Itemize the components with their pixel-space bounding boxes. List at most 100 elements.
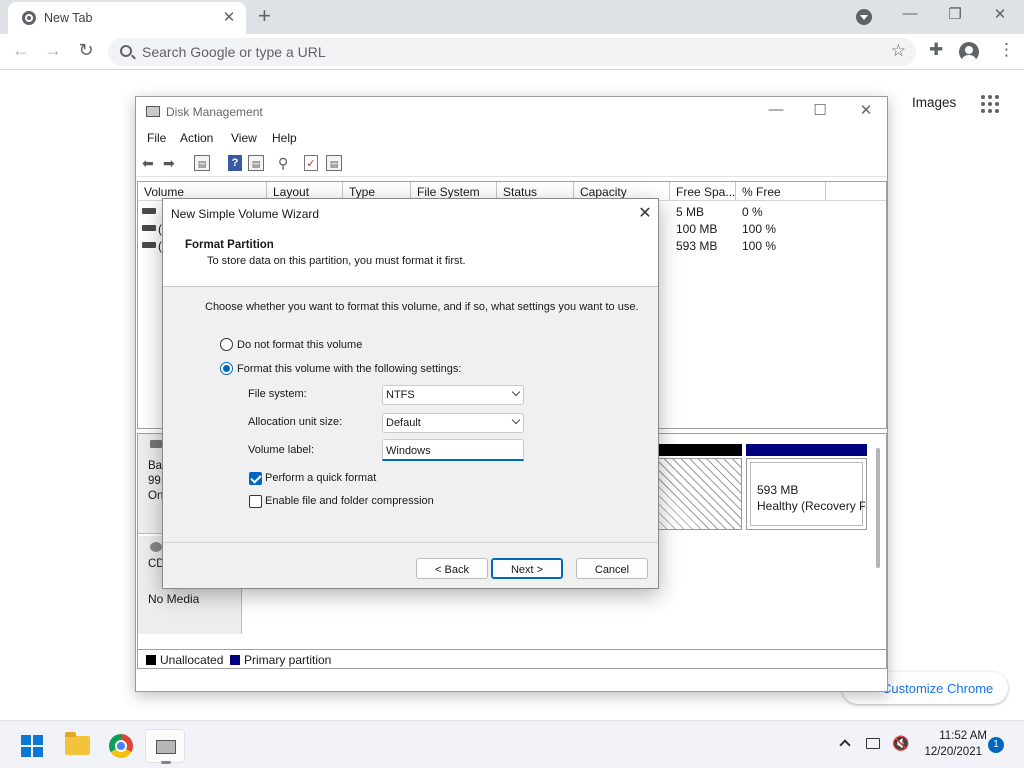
forward-arrow-icon[interactable]: → <box>42 40 64 61</box>
menu-file[interactable]: File <box>147 131 166 145</box>
menu-action[interactable]: Action <box>180 131 213 145</box>
disk-management-app-icon <box>146 106 160 117</box>
toolbar-properties-icon[interactable]: ▤ <box>248 155 264 171</box>
profile-avatar-icon[interactable] <box>959 42 979 62</box>
show-hidden-icons-chevron-icon[interactable] <box>839 739 851 751</box>
toolbar-show-hide-icon[interactable]: ▤ <box>194 155 210 171</box>
legend-unallocated-swatch <box>146 655 156 665</box>
recovery-partition-size: 593 MB <box>757 483 799 497</box>
wizard-footer-divider <box>163 542 658 543</box>
wizard-page-heading: Format Partition <box>185 239 274 251</box>
file-system-dropdown[interactable]: NTFS <box>382 385 524 405</box>
disk-management-toolbar: ⬅ ➡ ▤ ? ▤ ⚲ ✓ ▤ <box>136 149 887 177</box>
extensions-puzzle-icon[interactable]: ✚ <box>929 40 943 60</box>
address-bar-placeholder: Search Google or type a URL <box>142 44 326 60</box>
volume-muted-icon[interactable]: 🔇 <box>892 735 909 752</box>
radio-format-volume[interactable] <box>220 362 233 375</box>
toolbar-connect-icon[interactable]: ⚲ <box>278 155 288 171</box>
free-space-cell: 100 MB <box>676 222 718 236</box>
file-system-value: NTFS <box>386 389 415 401</box>
compression-label[interactable]: Enable file and folder compression <box>265 495 434 507</box>
dm-close-icon[interactable]: ✕ <box>855 101 877 119</box>
new-tab-button[interactable]: + <box>258 3 271 29</box>
disk-management-taskbar-icon[interactable] <box>145 729 185 764</box>
chrome-taskbar-icon[interactable] <box>109 734 133 758</box>
next-button[interactable]: Next > <box>491 558 563 579</box>
legend-unallocated-label: Unallocated <box>160 653 224 667</box>
wizard-instruction: Choose whether you want to format this v… <box>205 301 639 313</box>
radio-format-volume-label[interactable]: Format this volume with the following se… <box>237 363 461 375</box>
drive-icon <box>142 225 156 231</box>
free-space-cell: 5 MB <box>676 205 705 219</box>
tab-title: New Tab <box>44 11 93 25</box>
volume-label-label: Volume label: <box>248 444 315 456</box>
legend-primary-swatch <box>230 655 240 665</box>
volume-label-input[interactable] <box>382 439 524 461</box>
tab-search-icon[interactable] <box>856 9 872 25</box>
unallocated-bar <box>658 444 742 456</box>
back-arrow-icon[interactable]: ← <box>10 40 32 61</box>
col-percent-free[interactable]: % Free <box>736 182 826 201</box>
cancel-button[interactable]: Cancel <box>576 558 648 579</box>
allocation-unit-value: Default <box>386 417 421 429</box>
taskbar: 🔇 11:52 AM 12/20/2021 1 <box>0 720 1024 768</box>
quick-format-checkbox[interactable] <box>249 472 262 485</box>
network-icon[interactable] <box>866 738 880 749</box>
cdrom-status: No Media <box>148 592 200 606</box>
unallocated-partition[interactable] <box>658 458 742 530</box>
close-window-icon[interactable]: ✕ <box>990 5 1010 23</box>
disk-management-title: Disk Management <box>166 105 263 119</box>
file-explorer-icon[interactable] <box>65 732 90 755</box>
partition-legend: Unallocated Primary partition <box>137 649 887 669</box>
percent-free-cell: 0 % <box>742 205 763 219</box>
windows-start-icon[interactable] <box>21 735 43 757</box>
chrome-toolbar: ← → ↻ Search Google or type a URL ☆ ✚ ⋮ <box>0 34 1024 70</box>
percent-free-cell: 100 % <box>742 239 777 253</box>
cd-rom-icon <box>150 542 162 552</box>
clock-date[interactable]: 12/20/2021 <box>918 746 982 758</box>
clock-time[interactable]: 11:52 AM <box>925 730 987 742</box>
drive-icon <box>142 208 156 214</box>
back-button[interactable]: < Back <box>416 558 488 579</box>
toolbar-help-icon[interactable]: ? <box>228 155 242 171</box>
dm-maximize-icon[interactable]: ☐ <box>809 101 831 119</box>
tab-close-icon[interactable]: ✕ <box>220 8 238 26</box>
minimize-icon[interactable]: — <box>900 5 920 22</box>
dm-minimize-icon[interactable]: — <box>765 101 787 118</box>
recovery-partition-status: Healthy (Recovery Partition) <box>757 499 865 513</box>
compression-checkbox[interactable] <box>249 495 262 508</box>
notification-badge[interactable]: 1 <box>988 737 1004 753</box>
reload-icon[interactable]: ↻ <box>75 40 97 61</box>
address-bar[interactable]: Search Google or type a URL ☆ <box>108 38 916 66</box>
legend-primary-label: Primary partition <box>244 653 332 667</box>
wizard-close-icon[interactable]: ✕ <box>635 203 655 223</box>
toolbar-back-icon[interactable]: ⬅ <box>142 155 154 171</box>
disk-view-scrollbar[interactable] <box>876 448 880 568</box>
disk-management-titlebar[interactable]: Disk Management — ☐ ✕ <box>136 97 887 127</box>
allocation-unit-dropdown[interactable]: Default <box>382 413 524 433</box>
menu-view[interactable]: View <box>231 131 257 145</box>
restore-icon[interactable]: ❐ <box>945 5 965 23</box>
menu-help[interactable]: Help <box>272 131 297 145</box>
toolbar-check-icon[interactable]: ✓ <box>304 155 318 171</box>
wizard-title: New Simple Volume Wizard <box>171 207 320 221</box>
toolbar-forward-icon[interactable]: ➡ <box>163 155 175 171</box>
col-free-space[interactable]: Free Spa... <box>670 182 736 201</box>
google-apps-icon[interactable] <box>981 95 999 113</box>
file-system-label: File system: <box>248 388 307 400</box>
radio-do-not-format-label[interactable]: Do not format this volume <box>237 339 362 351</box>
bookmark-star-icon[interactable]: ☆ <box>891 41 906 61</box>
toolbar-list-icon[interactable]: ▤ <box>326 155 342 171</box>
quick-format-label[interactable]: Perform a quick format <box>265 472 376 484</box>
recovery-partition[interactable]: 593 MB Healthy (Recovery Partition) <box>746 458 867 530</box>
recovery-partition-inner: 593 MB Healthy (Recovery Partition) <box>750 462 865 526</box>
hard-disk-icon <box>150 440 162 448</box>
radio-do-not-format[interactable] <box>220 338 233 351</box>
primary-partition-bar <box>746 444 867 456</box>
chevron-down-icon <box>511 415 521 425</box>
images-link[interactable]: Images <box>912 95 956 110</box>
customize-chrome-label: Customize Chrome <box>882 681 994 696</box>
percent-free-cell: 100 % <box>742 222 777 236</box>
chrome-menu-icon[interactable]: ⋮ <box>998 40 1015 60</box>
tab-new-tab[interactable]: New Tab ✕ <box>8 2 246 34</box>
